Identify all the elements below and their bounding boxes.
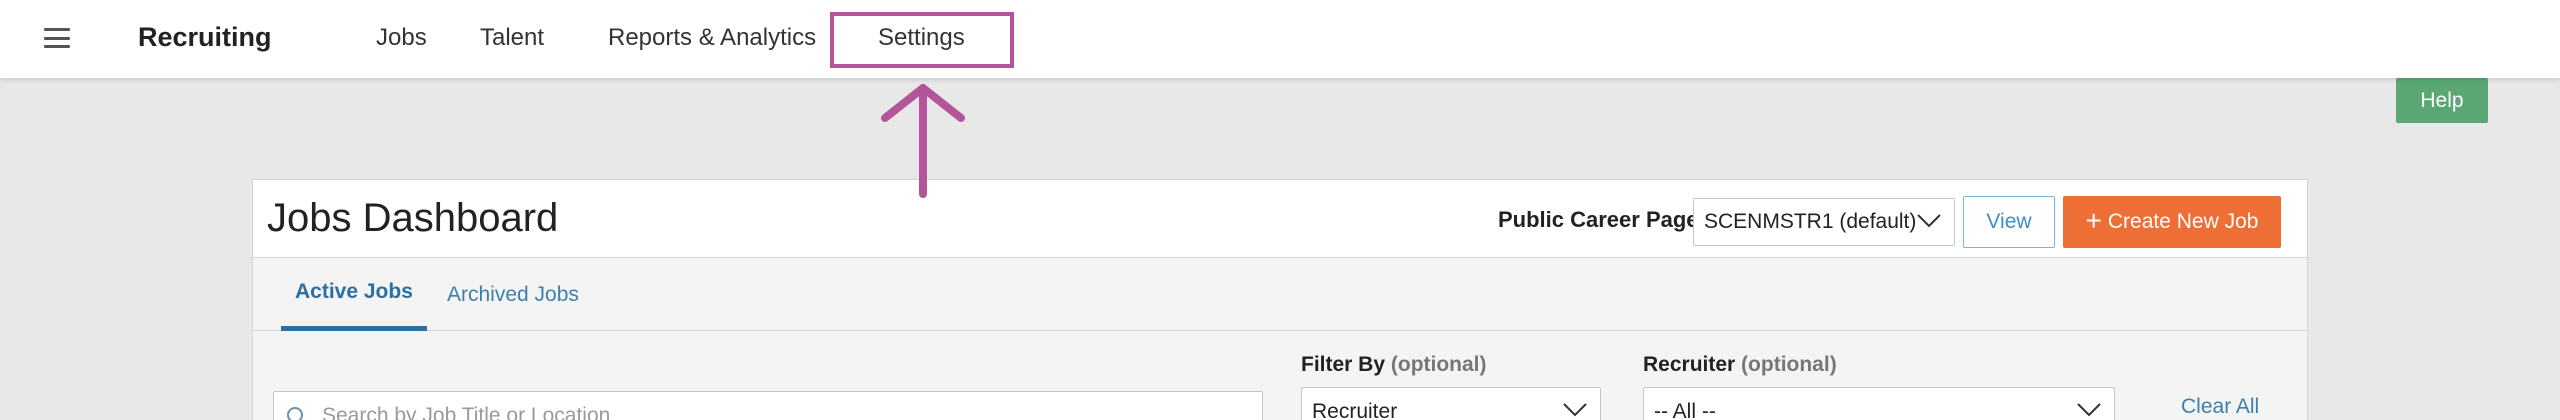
recruiter-label: Recruiter (optional) [1643, 353, 1837, 377]
filter-by-label: Filter By (optional) [1301, 353, 1487, 377]
career-page-select[interactable]: SCENMSTR1 (default) [1693, 198, 1955, 246]
nav-item-jobs[interactable]: Jobs [376, 24, 427, 52]
app-brand: Recruiting [138, 22, 272, 52]
create-new-job-button[interactable]: + Create New Job [2063, 196, 2281, 248]
nav-item-talent[interactable]: Talent [480, 24, 544, 52]
jobs-dashboard-panel: Jobs Dashboard Public Career Page SCENMS… [252, 179, 2308, 420]
filter-by-optional: (optional) [1390, 353, 1487, 376]
search-placeholder: Search by Job Title or Location [322, 404, 611, 420]
filter-by-label-text: Filter By [1301, 353, 1386, 376]
filter-by-value: Recruiter [1312, 400, 1398, 420]
chevron-down-icon [2077, 403, 2101, 417]
recruiter-label-text: Recruiter [1643, 353, 1736, 376]
help-button[interactable]: Help [2396, 78, 2488, 123]
page-title: Jobs Dashboard [267, 196, 559, 240]
chevron-down-icon [1563, 403, 1587, 417]
arrow-up-icon [881, 84, 965, 198]
recruiter-select[interactable]: -- All -- [1643, 387, 2115, 420]
recruiter-value: -- All -- [1654, 400, 1716, 420]
recruiter-optional: (optional) [1741, 353, 1837, 376]
view-button[interactable]: View [1963, 196, 2055, 248]
career-page-value: SCENMSTR1 (default) [1704, 210, 1917, 233]
clear-all-link[interactable]: Clear All [2181, 395, 2259, 419]
tabs-bar: Active Jobs Archived Jobs [253, 258, 2307, 331]
top-navigation-bar: Recruiting Jobs Talent Reports & Analyti… [0, 0, 2560, 78]
search-input[interactable]: Search by Job Title or Location [273, 391, 1263, 420]
chevron-down-icon [1917, 214, 1941, 228]
tab-archived-jobs[interactable]: Archived Jobs [433, 258, 593, 331]
filters-area: Search by Job Title or Location Filter B… [253, 331, 2307, 420]
panel-header: Jobs Dashboard Public Career Page SCENMS… [253, 180, 2307, 258]
nav-item-reports-analytics[interactable]: Reports & Analytics [608, 24, 816, 52]
career-page-label: Public Career Page [1498, 207, 1699, 232]
hamburger-icon[interactable] [44, 28, 70, 48]
settings-highlight-box [830, 12, 1014, 68]
create-new-job-label: Create New Job [2107, 210, 2259, 233]
plus-icon: + [2085, 204, 2102, 236]
search-icon [287, 407, 303, 420]
filter-by-select[interactable]: Recruiter [1301, 387, 1601, 420]
tab-active-jobs[interactable]: Active Jobs [281, 258, 427, 331]
